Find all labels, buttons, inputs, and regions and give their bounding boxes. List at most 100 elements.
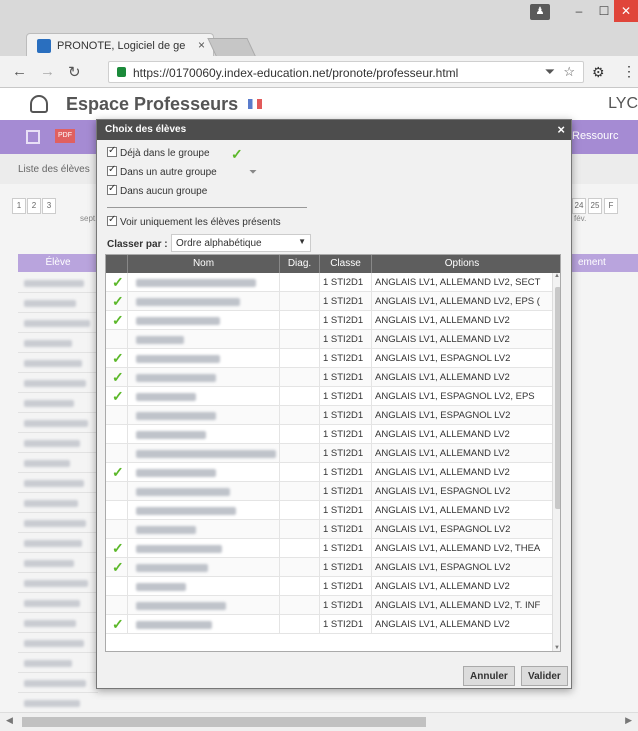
column-header-nom[interactable]: Nom bbox=[128, 255, 280, 273]
list-item bbox=[18, 694, 98, 713]
check-cell[interactable]: ✓ bbox=[106, 311, 128, 330]
filter-legend-icon: ⏷ bbox=[249, 167, 257, 178]
checkbox-box[interactable] bbox=[107, 214, 117, 226]
table-row[interactable]: 1 STI2D1 ANGLAIS LV1, ESPAGNOL LV2 bbox=[106, 520, 552, 539]
scroll-right-icon[interactable]: ▶ bbox=[625, 715, 632, 726]
table-row[interactable]: 1 STI2D1 ANGLAIS LV1, ALLEMAND LV2 bbox=[106, 330, 552, 349]
check-cell[interactable]: ✓ bbox=[106, 463, 128, 482]
pdf-icon[interactable]: PDF bbox=[55, 129, 75, 143]
checkbox-aucun-groupe[interactable]: Dans aucun groupe bbox=[107, 183, 207, 199]
table-row[interactable]: ✓ 1 STI2D1 ANGLAIS LV1, ALLEMAND LV2, THEA bbox=[106, 539, 552, 558]
check-cell[interactable]: ✓ bbox=[106, 368, 128, 387]
check-cell[interactable] bbox=[106, 330, 128, 349]
week-box[interactable]: 2 bbox=[27, 198, 41, 214]
browser-tab-pronote[interactable]: PRONOTE, Logiciel de ge × bbox=[26, 33, 214, 58]
extension-gear-icon[interactable]: ⚙ bbox=[592, 64, 605, 81]
week-box[interactable]: 3 bbox=[42, 198, 56, 214]
column-header-options[interactable]: Options bbox=[372, 255, 552, 273]
table-row[interactable]: 1 STI2D1 ANGLAIS LV1, ALLEMAND LV2 bbox=[106, 577, 552, 596]
table-row[interactable]: ✓ 1 STI2D1 ANGLAIS LV1, ALLEMAND LV2 bbox=[106, 368, 552, 387]
dialog-titlebar: Choix des élèves × bbox=[97, 120, 571, 140]
table-row[interactable]: 1 STI2D1 ANGLAIS LV1, ESPAGNOL LV2 bbox=[106, 482, 552, 501]
close-window-button[interactable]: ✕ bbox=[614, 0, 638, 22]
horizontal-scroll-thumb[interactable] bbox=[22, 717, 426, 727]
column-header-diag[interactable]: Diag. bbox=[280, 255, 320, 273]
redacted-name bbox=[136, 279, 256, 287]
table-row[interactable]: ✓ 1 STI2D1 ANGLAIS LV1, ALLEMAND LV2, SECT bbox=[106, 273, 552, 292]
minimize-button[interactable]: – bbox=[566, 0, 592, 22]
nom-cell bbox=[128, 615, 280, 634]
diag-cell bbox=[280, 387, 320, 406]
check-cell[interactable] bbox=[106, 425, 128, 444]
maximize-button[interactable]: ☐ bbox=[594, 0, 614, 22]
vertical-scrollbar[interactable]: ▲ ▼ bbox=[552, 273, 560, 651]
check-cell[interactable]: ✓ bbox=[106, 387, 128, 406]
check-cell[interactable] bbox=[106, 501, 128, 520]
check-cell[interactable] bbox=[106, 444, 128, 463]
table-row[interactable]: 1 STI2D1 ANGLAIS LV1, ALLEMAND LV2 bbox=[106, 425, 552, 444]
column-header-classe[interactable]: Classe bbox=[320, 255, 372, 273]
checkbox-deja-dans-groupe[interactable]: Déjà dans le groupe bbox=[107, 145, 210, 161]
table-row[interactable]: 1 STI2D1 ANGLAIS LV1, ALLEMAND LV2, T. IN… bbox=[106, 596, 552, 615]
table-row[interactable]: ✓ 1 STI2D1 ANGLAIS LV1, ALLEMAND LV2, EPS … bbox=[106, 292, 552, 311]
bookmark-star-icon[interactable]: ☆ bbox=[563, 64, 575, 80]
checkbox-eleves-presents[interactable]: Voir uniquement les élèves présents bbox=[107, 214, 281, 230]
checkbox-autre-groupe[interactable]: Dans un autre groupe bbox=[107, 164, 217, 180]
week-box[interactable]: 1 bbox=[12, 198, 26, 214]
new-tab-button[interactable] bbox=[207, 38, 257, 58]
dialog-close-icon[interactable]: × bbox=[557, 122, 565, 137]
week-box[interactable]: 24 bbox=[572, 198, 586, 214]
reload-icon[interactable]: ↻ bbox=[68, 63, 81, 81]
check-cell[interactable] bbox=[106, 406, 128, 425]
table-row[interactable]: ✓ 1 STI2D1 ANGLAIS LV1, ALLEMAND LV2 bbox=[106, 615, 552, 634]
table-row[interactable]: ✓ 1 STI2D1 ANGLAIS LV1, ESPAGNOL LV2 bbox=[106, 349, 552, 368]
scroll-down-icon[interactable]: ▼ bbox=[554, 645, 560, 651]
check-cell[interactable] bbox=[106, 520, 128, 539]
scroll-up-icon[interactable]: ▲ bbox=[554, 273, 560, 279]
browser-menu-icon[interactable]: ⋮ bbox=[622, 63, 636, 80]
forward-arrow-icon[interactable]: → bbox=[40, 63, 55, 80]
list-item bbox=[18, 634, 98, 653]
table-row[interactable]: 1 STI2D1 ANGLAIS LV1, ALLEMAND LV2 bbox=[106, 444, 552, 463]
check-cell[interactable]: ✓ bbox=[106, 292, 128, 311]
table-row[interactable]: ✓ 1 STI2D1 ANGLAIS LV1, ALLEMAND LV2 bbox=[106, 311, 552, 330]
checkbox-box[interactable] bbox=[107, 164, 117, 176]
back-arrow-icon[interactable]: ← bbox=[12, 63, 27, 80]
table-row[interactable]: 1 STI2D1 ANGLAIS LV1, ESPAGNOL LV2 bbox=[106, 406, 552, 425]
table-row[interactable]: 1 STI2D1 ANGLAIS LV1, ALLEMAND LV2 bbox=[106, 501, 552, 520]
check-cell[interactable]: ✓ bbox=[106, 349, 128, 368]
check-cell[interactable]: ✓ bbox=[106, 539, 128, 558]
address-bar[interactable]: https://0170060y.index-education.net/pro… bbox=[108, 61, 584, 83]
redacted-name bbox=[136, 355, 220, 363]
week-box[interactable]: 25 bbox=[588, 198, 602, 214]
list-item bbox=[18, 574, 98, 593]
filter-extension-icon[interactable]: ⏷ bbox=[545, 64, 555, 80]
check-cell[interactable] bbox=[106, 577, 128, 596]
save-icon[interactable] bbox=[26, 130, 40, 144]
checkbox-box[interactable] bbox=[107, 145, 117, 157]
diag-cell bbox=[280, 349, 320, 368]
check-cell[interactable]: ✓ bbox=[106, 558, 128, 577]
vertical-scroll-thumb[interactable] bbox=[555, 287, 560, 509]
check-cell[interactable]: ✓ bbox=[106, 615, 128, 634]
redacted-name bbox=[24, 600, 80, 607]
horizontal-scrollbar[interactable]: ◀ ▶ bbox=[0, 712, 638, 731]
tab-close-icon[interactable]: × bbox=[198, 38, 205, 52]
validate-button[interactable]: Valider bbox=[521, 666, 568, 686]
right-column-header: ement bbox=[570, 254, 638, 272]
check-cell[interactable] bbox=[106, 482, 128, 501]
checkbox-box[interactable] bbox=[107, 183, 117, 195]
ressources-link[interactable]: Ressourc bbox=[572, 130, 638, 142]
classe-cell: 1 STI2D1 bbox=[320, 311, 372, 330]
scroll-left-icon[interactable]: ◀ bbox=[6, 715, 13, 726]
cancel-button[interactable]: Annuler bbox=[463, 666, 515, 686]
table-row[interactable]: ✓ 1 STI2D1 ANGLAIS LV1, ESPAGNOL LV2 bbox=[106, 558, 552, 577]
check-cell[interactable] bbox=[106, 596, 128, 615]
table-row[interactable]: ✓ 1 STI2D1 ANGLAIS LV1, ALLEMAND LV2 bbox=[106, 463, 552, 482]
table-row[interactable]: ✓ 1 STI2D1 ANGLAIS LV1, ESPAGNOL LV2, EPS bbox=[106, 387, 552, 406]
diag-cell bbox=[280, 558, 320, 577]
user-profile-icon[interactable]: ♟ bbox=[530, 4, 550, 20]
sort-select[interactable]: Ordre alphabétique ▼ bbox=[171, 234, 311, 252]
check-cell[interactable]: ✓ bbox=[106, 273, 128, 292]
week-box[interactable]: F bbox=[604, 198, 618, 214]
